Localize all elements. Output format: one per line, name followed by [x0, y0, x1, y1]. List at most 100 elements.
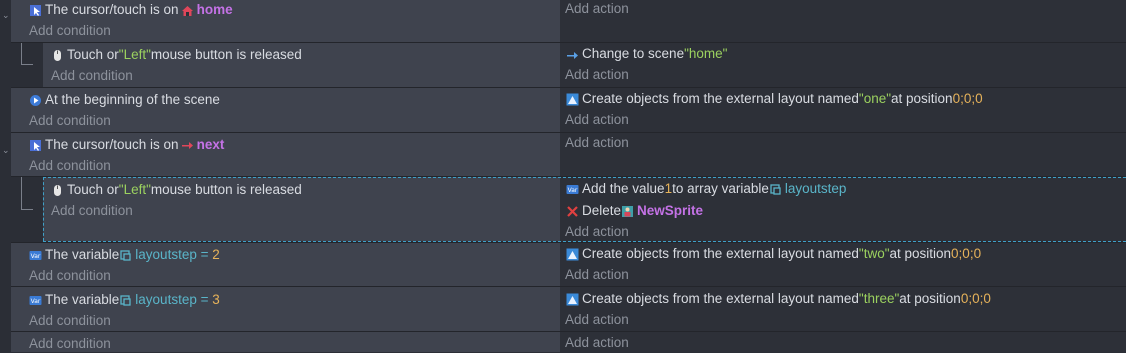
tree-line [21, 209, 33, 210]
condition-touch-released[interactable]: Touch or "Left" mouse button is released [51, 181, 302, 199]
condition-text: The cursor/touch is on [45, 137, 179, 152]
actions-panel [560, 133, 1126, 176]
external-layout-icon [566, 93, 579, 106]
action-change-scene[interactable]: Change to scene "home" [566, 45, 727, 63]
condition-text: The cursor/touch is on [45, 2, 179, 17]
add-action-link[interactable]: Add action [565, 223, 629, 241]
cursor-icon [29, 4, 42, 17]
external-layout-icon [566, 248, 579, 261]
action-text: at position [899, 291, 961, 306]
number-value: 1 [664, 181, 673, 196]
variable-icon: Var [29, 249, 42, 262]
scene-start-icon [29, 94, 42, 107]
string-value: "three" [858, 291, 900, 306]
arrow-icon [566, 48, 579, 61]
delete-icon [566, 205, 579, 218]
action-text: Create objects from the external layout … [582, 246, 859, 261]
add-condition-link[interactable]: Add condition [29, 157, 111, 175]
external-layout-icon [566, 293, 579, 306]
add-action-link[interactable]: Add action [565, 0, 629, 18]
variable-small-icon [769, 183, 782, 196]
condition-text: Touch or [67, 182, 119, 197]
svg-text:Var: Var [31, 253, 41, 260]
add-condition-link[interactable]: Add condition [29, 335, 111, 353]
condition-text: The variable [45, 292, 120, 307]
add-condition-link[interactable]: Add condition [51, 202, 133, 220]
add-condition-link[interactable]: Add condition [29, 112, 111, 130]
number-value: 0;0;0 [960, 291, 991, 306]
collapse-chevron-icon[interactable]: ⌄ [2, 10, 10, 21]
condition-cursor-on-next[interactable]: The cursor/touch is on next [29, 136, 224, 154]
operator: = [196, 247, 213, 262]
action-text: at position [889, 246, 952, 261]
condition-scene-start[interactable]: At the beginning of the scene [29, 91, 220, 109]
svg-text:Var: Var [31, 298, 41, 305]
add-condition-link[interactable]: Add condition [51, 67, 133, 85]
selection-outline [43, 177, 44, 241]
string-value: "one" [858, 91, 892, 106]
sprite-icon [621, 205, 634, 218]
condition-text: Touch or [67, 47, 119, 62]
selection-outline [43, 177, 1126, 178]
action-create-from-layout-one[interactable]: Create objects from the external layout … [566, 90, 983, 108]
actions-panel [560, 0, 1126, 42]
string-value: "Left" [118, 182, 151, 197]
action-delete-object[interactable]: Delete NewSprite [566, 202, 703, 220]
add-action-link[interactable]: Add action [565, 334, 629, 352]
condition-touch-released[interactable]: Touch or "Left" mouse button is released [51, 46, 302, 64]
action-text: Change to scene [582, 46, 685, 61]
action-text: Delete [582, 203, 622, 218]
add-condition-link[interactable]: Add condition [29, 22, 111, 40]
object-name: home [196, 2, 233, 17]
add-condition-link[interactable]: Add condition [29, 267, 111, 285]
add-action-link[interactable]: Add action [565, 311, 629, 329]
svg-text:Var: Var [568, 187, 578, 194]
condition-variable-equals-3[interactable]: Var The variable layoutstep = 3 [29, 291, 220, 309]
add-action-link[interactable]: Add action [565, 134, 629, 152]
condition-text: mouse button is released [150, 182, 302, 197]
mouse-icon [51, 184, 64, 197]
actions-panel [560, 332, 1126, 352]
variable-icon: Var [566, 183, 579, 196]
operator: = [196, 292, 213, 307]
action-text: Add the value [582, 181, 665, 196]
string-value: "two" [858, 246, 890, 261]
object-name: next [196, 137, 225, 152]
string-value: "Left" [118, 47, 151, 62]
tree-line [21, 64, 33, 65]
variable-small-icon [119, 249, 132, 262]
variable-name: layoutstep [135, 292, 197, 307]
tree-line [21, 43, 22, 65]
variable-icon: Var [29, 294, 42, 307]
cursor-icon [29, 139, 42, 152]
add-action-link[interactable]: Add action [565, 266, 629, 284]
string-value: "home" [684, 46, 728, 61]
variable-name: layoutstep [784, 181, 847, 196]
condition-variable-equals-2[interactable]: Var The variable layoutstep = 2 [29, 246, 220, 264]
action-create-from-layout-two[interactable]: Create objects from the external layout … [566, 245, 981, 263]
condition-text: The variable [45, 247, 120, 262]
action-add-to-array-variable[interactable]: Var Add the value 1 to array variable la… [566, 180, 846, 198]
condition-text: mouse button is released [150, 47, 302, 62]
add-condition-link[interactable]: Add condition [29, 312, 111, 330]
add-action-link[interactable]: Add action [565, 66, 629, 84]
variable-name: layoutstep [135, 247, 197, 262]
action-create-from-layout-three[interactable]: Create objects from the external layout … [566, 290, 991, 308]
add-action-link[interactable]: Add action [565, 111, 629, 129]
condition-cursor-on-home[interactable]: The cursor/touch is on home [29, 1, 233, 19]
home-icon [181, 4, 194, 17]
left-gutter [0, 0, 11, 352]
action-text: to array variable [672, 181, 769, 196]
tree-line [21, 177, 22, 210]
number-value: 0;0;0 [951, 246, 982, 261]
object-name: NewSprite [637, 203, 704, 218]
number-value: 2 [212, 247, 220, 262]
arrow-right-icon [181, 139, 194, 152]
action-text: Create objects from the external layout … [582, 91, 859, 106]
number-value: 3 [212, 292, 220, 307]
variable-small-icon [119, 294, 132, 307]
action-text: at position [891, 91, 953, 106]
collapse-chevron-icon[interactable]: ⌄ [2, 145, 10, 156]
condition-text: At the beginning of the scene [45, 92, 220, 107]
mouse-icon [51, 49, 64, 62]
